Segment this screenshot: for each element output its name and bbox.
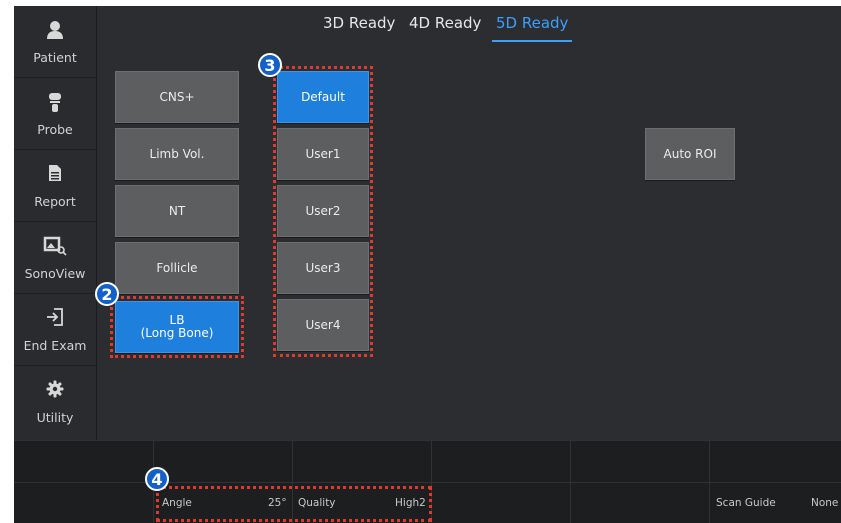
param-cell bbox=[14, 440, 154, 482]
callout-4: 4 bbox=[145, 467, 169, 491]
tab-4d-ready[interactable]: 4D Ready bbox=[409, 14, 481, 32]
sidebar-item-report[interactable]: Report bbox=[14, 150, 96, 222]
param-cell bbox=[571, 440, 710, 482]
sidebar-item-label: Probe bbox=[37, 122, 73, 137]
sidebar-item-label: Patient bbox=[33, 50, 77, 65]
callout-3: 3 bbox=[258, 53, 282, 77]
param-cell bbox=[154, 440, 293, 482]
annotation-box-3 bbox=[273, 66, 373, 357]
document-icon bbox=[14, 164, 96, 186]
sidebar-item-end-exam[interactable]: End Exam bbox=[14, 294, 96, 366]
tab-5d-ready[interactable]: 5D Ready bbox=[496, 14, 568, 32]
scan-guide-value: None bbox=[811, 496, 839, 509]
sidebar-item-label: SonoView bbox=[24, 266, 86, 281]
sidebar-item-label: End Exam bbox=[23, 338, 87, 353]
limb-vol-button[interactable]: Limb Vol. bbox=[115, 128, 239, 180]
param-cell bbox=[432, 440, 571, 482]
param-cell bbox=[293, 440, 432, 482]
sidebar-item-utility[interactable]: Utility bbox=[14, 366, 96, 438]
sidebar-item-patient[interactable]: Patient bbox=[14, 6, 96, 78]
gear-icon bbox=[14, 380, 96, 402]
nt-button[interactable]: NT bbox=[115, 185, 239, 237]
param-cell bbox=[710, 440, 841, 482]
bottom-parameter-bar: Angle 25° Quality High2 Scan Guide None … bbox=[14, 440, 841, 523]
exit-icon bbox=[14, 308, 96, 330]
param-cell bbox=[14, 482, 154, 523]
sidebar-item-label: Utility bbox=[36, 410, 74, 425]
sidebar-item-sonoview[interactable]: SonoView bbox=[14, 222, 96, 294]
callout-2: 2 bbox=[95, 282, 119, 306]
cns-plus-button[interactable]: CNS+ bbox=[115, 71, 239, 123]
person-icon bbox=[14, 20, 96, 42]
screen: Patient Probe Report SonoView End Exam U… bbox=[14, 6, 841, 523]
annotation-box-2 bbox=[110, 296, 244, 358]
scan-guide-label: Scan Guide bbox=[716, 496, 776, 509]
follicle-button[interactable]: Follicle bbox=[115, 242, 239, 294]
sidebar-item-probe[interactable]: Probe bbox=[14, 78, 96, 150]
param-cell bbox=[432, 482, 571, 523]
sidebar-item-label: Report bbox=[34, 194, 76, 209]
auto-roi-button[interactable]: Auto ROI bbox=[645, 128, 735, 180]
param-cell bbox=[571, 482, 710, 523]
sonoview-icon bbox=[14, 236, 96, 258]
tab-3d-ready[interactable]: 3D Ready bbox=[323, 14, 395, 32]
sidebar: Patient Probe Report SonoView End Exam U… bbox=[14, 6, 97, 440]
annotation-box-4 bbox=[156, 486, 432, 522]
active-tab-indicator bbox=[492, 40, 572, 42]
probe-icon bbox=[14, 92, 96, 114]
